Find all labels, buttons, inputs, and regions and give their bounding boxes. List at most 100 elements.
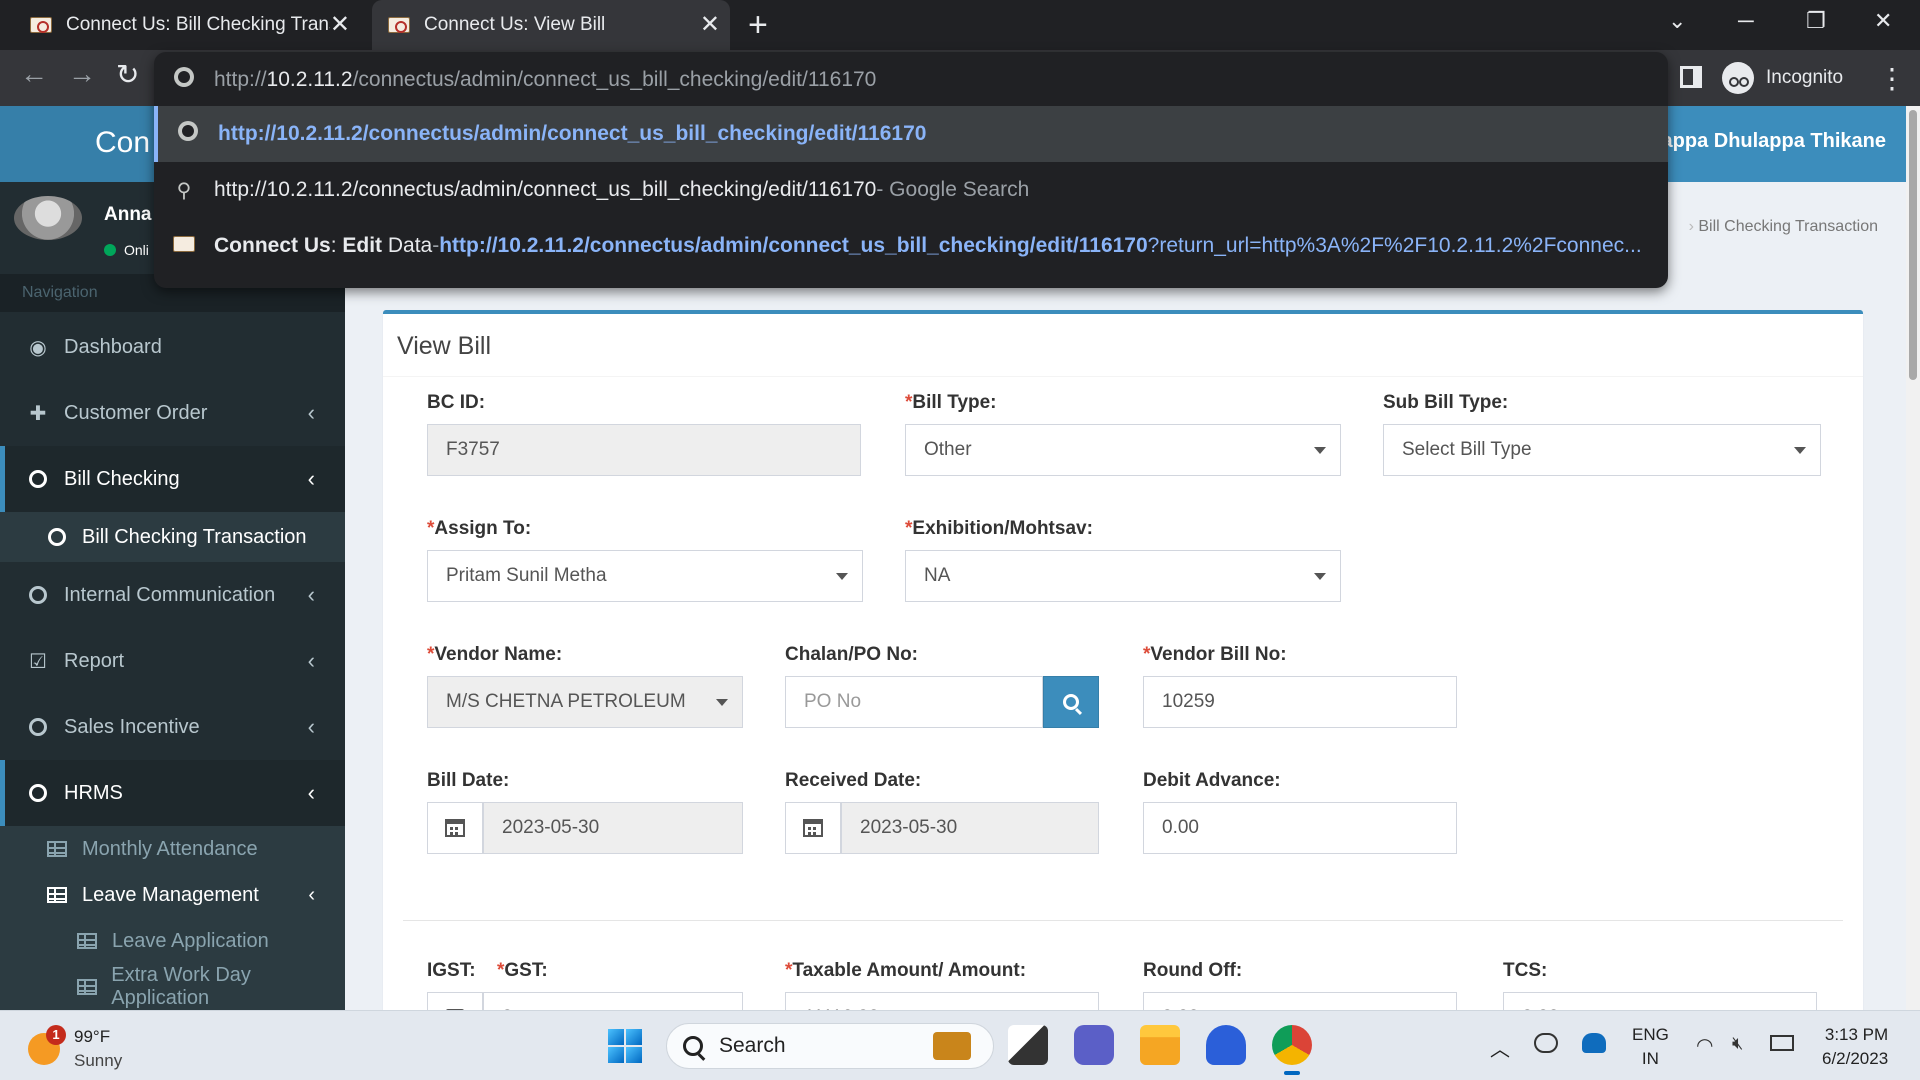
scrollbar-thumb[interactable] <box>1909 110 1917 380</box>
tab-bill-checking-transaction[interactable]: Connect Us: Bill Checking Transaction ✕ <box>30 0 360 50</box>
po-search-button[interactable] <box>1043 676 1099 728</box>
round-off-input[interactable]: 0.00 <box>1143 992 1457 1010</box>
avatar <box>14 196 82 240</box>
onedrive-icon[interactable] <box>1582 1033 1606 1053</box>
search-icon <box>1063 694 1079 710</box>
vendor-bill-no-input[interactable]: 10259 <box>1143 676 1457 728</box>
received-date-calendar-addon <box>785 802 841 854</box>
bill-date-label: Bill Date: <box>427 770 510 791</box>
teams-chat-icon[interactable] <box>1074 1025 1114 1065</box>
file-explorer-icon[interactable] <box>1140 1025 1180 1065</box>
wifi-icon[interactable]: ◠ <box>1696 1033 1720 1057</box>
close-tab-icon[interactable]: ✕ <box>330 10 350 39</box>
search-icon <box>683 1036 703 1056</box>
url-path: /connectus/admin/connect_us_bill_checkin… <box>352 68 877 91</box>
volume-muted-icon[interactable]: 🔇︎ <box>1732 1033 1756 1053</box>
sidebar-item-extra-work-day-application[interactable]: Extra Work Day Application <box>0 964 345 1010</box>
taxable-amount-input[interactable]: 11116.80 <box>785 992 1099 1010</box>
table-icon <box>46 838 68 861</box>
chevron-left-icon: ‹ <box>307 780 315 805</box>
exhibition-select[interactable]: NA <box>905 550 1341 602</box>
calendar-icon <box>445 819 465 837</box>
header-user-name[interactable]: appa Dhulappa Thikane <box>1662 130 1886 153</box>
forward-arrow-icon[interactable]: → <box>68 58 96 90</box>
sidebar-item-label: Leave Management <box>82 883 259 906</box>
received-date-label: Received Date: <box>785 770 922 791</box>
sidebar-item-sales-incentive[interactable]: Sales Incentive ‹ <box>0 694 345 760</box>
omnibox-suggestion-search[interactable]: ⚲ http://10.2.11.2/connectus/admin/conne… <box>154 162 1668 218</box>
sidebar-item-bill-checking-transaction[interactable]: Bill Checking Transaction <box>0 512 345 562</box>
round-off-label: Round Off: <box>1143 960 1243 981</box>
incognito-label: Incognito <box>1766 67 1844 88</box>
page-scrollbar[interactable] <box>1906 106 1920 1010</box>
sidebar-item-report[interactable]: ☑ Report ‹ <box>0 628 345 694</box>
minimize-icon[interactable]: ─ <box>1738 8 1754 34</box>
page-title: View Bill <box>397 332 492 360</box>
chrome-icon[interactable] <box>1272 1025 1312 1075</box>
tab-view-bill[interactable]: Connect Us: View Bill ✕ <box>372 0 730 50</box>
show-hidden-icons-chevron-icon[interactable]: ︿ <box>1490 1033 1510 1062</box>
taskbar-search[interactable]: Search <box>666 1023 994 1069</box>
chalan-po-input[interactable]: PO No <box>785 676 1043 728</box>
incognito-indicator[interactable]: Incognito <box>1722 60 1843 96</box>
url-host: 10.2.11.2 <box>266 68 353 91</box>
omnibox-suggestion-history[interactable]: Connect Us: Edit Data - http://10.2.11.2… <box>154 218 1668 274</box>
sidebar-item-hrms[interactable]: HRMS ‹ <box>0 760 345 826</box>
sidebar-item-dashboard[interactable]: ◉ Dashboard <box>0 314 345 380</box>
bill-type-select[interactable]: Other <box>905 424 1341 476</box>
browser-menu-icon[interactable]: ⋮ <box>1878 62 1906 95</box>
omnibox-suggestion-url[interactable]: http://10.2.11.2/connectus/admin/connect… <box>154 106 1668 162</box>
online-status-icon <box>104 244 116 256</box>
sun-icon: 1 <box>28 1025 66 1065</box>
sidebar-item-internal-communication[interactable]: Internal Communication ‹ <box>0 562 345 628</box>
weather-widget[interactable]: 1 99°F Sunny <box>28 1025 122 1073</box>
circle-icon <box>46 526 68 549</box>
window-close-icon[interactable]: ✕ <box>1874 8 1892 34</box>
incognito-icon <box>1722 62 1754 94</box>
dropdown-caret-icon <box>716 699 728 706</box>
battery-icon[interactable] <box>1770 1035 1794 1051</box>
sidebar-item-leave-application[interactable]: Leave Application <box>0 918 345 964</box>
back-arrow-icon[interactable]: ← <box>20 58 48 90</box>
breadcrumb: › Bill Checking Transaction <box>1689 218 1878 236</box>
vendor-name-select[interactable]: M/S CHETNA PETROLEUM <box>427 676 743 728</box>
windows-taskbar: 1 99°F Sunny Search ︿ ENG IN ◠ 🔇︎ 3:13 P… <box>0 1010 1920 1080</box>
cloud-sync-icon[interactable] <box>1534 1033 1558 1053</box>
circle-icon <box>26 716 50 739</box>
user-status-text: Onli <box>124 242 149 258</box>
start-button[interactable] <box>608 1029 642 1063</box>
tab-search-chevron-icon[interactable]: ⌄ <box>1668 8 1686 34</box>
app-launcher-icon[interactable] <box>1206 1025 1246 1065</box>
dropdown-caret-icon <box>1314 573 1326 580</box>
chevron-left-icon: ‹ <box>307 582 315 607</box>
restore-icon[interactable]: ❐ <box>1806 8 1826 34</box>
sidebar-item-label: Leave Application <box>112 929 269 952</box>
input-language[interactable]: ENG IN <box>1632 1023 1669 1071</box>
address-bar-input[interactable]: http://10.2.11.2/connectus/admin/connect… <box>154 52 1668 108</box>
sidebar-item-leave-management[interactable]: Leave Management ‹ <box>0 872 345 918</box>
history-url: http://10.2.11.2/connectus/admin/connect… <box>439 234 1642 257</box>
tcs-input[interactable]: 0.00 <box>1503 992 1817 1010</box>
close-tab-icon[interactable]: ✕ <box>700 10 720 39</box>
sub-bill-type-label: Sub Bill Type: <box>1383 392 1509 413</box>
sidebar-item-monthly-attendance[interactable]: Monthly Attendance <box>0 826 345 872</box>
reload-icon[interactable]: ↻ <box>116 58 139 91</box>
assign-to-select[interactable]: Pritam Sunil Metha <box>427 550 863 602</box>
bc-id-field[interactable]: F3757 <box>427 424 861 476</box>
sub-bill-type-select[interactable]: Select Bill Type <box>1383 424 1821 476</box>
new-tab-icon[interactable]: + <box>748 6 768 45</box>
debit-advance-label: Debit Advance: <box>1143 770 1281 791</box>
sidebar-item-label: Report <box>64 649 125 672</box>
taxable-amount-label: *Taxable Amount/ Amount: <box>785 960 1027 981</box>
sidebar-item-bill-checking[interactable]: Bill Checking ‹ <box>0 446 345 512</box>
received-date-input[interactable]: 2023-05-30 <box>841 802 1099 854</box>
system-clock[interactable]: 3:13 PM 6/2/2023 <box>1822 1023 1888 1071</box>
task-view-icon[interactable] <box>1008 1025 1048 1065</box>
bill-date-input[interactable]: 2023-05-30 <box>483 802 743 854</box>
gst-input[interactable]: 0 <box>483 992 743 1010</box>
side-panel-icon[interactable] <box>1680 66 1702 88</box>
history-sep: - <box>432 234 440 257</box>
debit-advance-input[interactable]: 0.00 <box>1143 802 1457 854</box>
sidebar-item-label: Internal Communication <box>64 583 276 606</box>
sidebar-item-customer-order[interactable]: ✚ Customer Order ‹ <box>0 380 345 446</box>
